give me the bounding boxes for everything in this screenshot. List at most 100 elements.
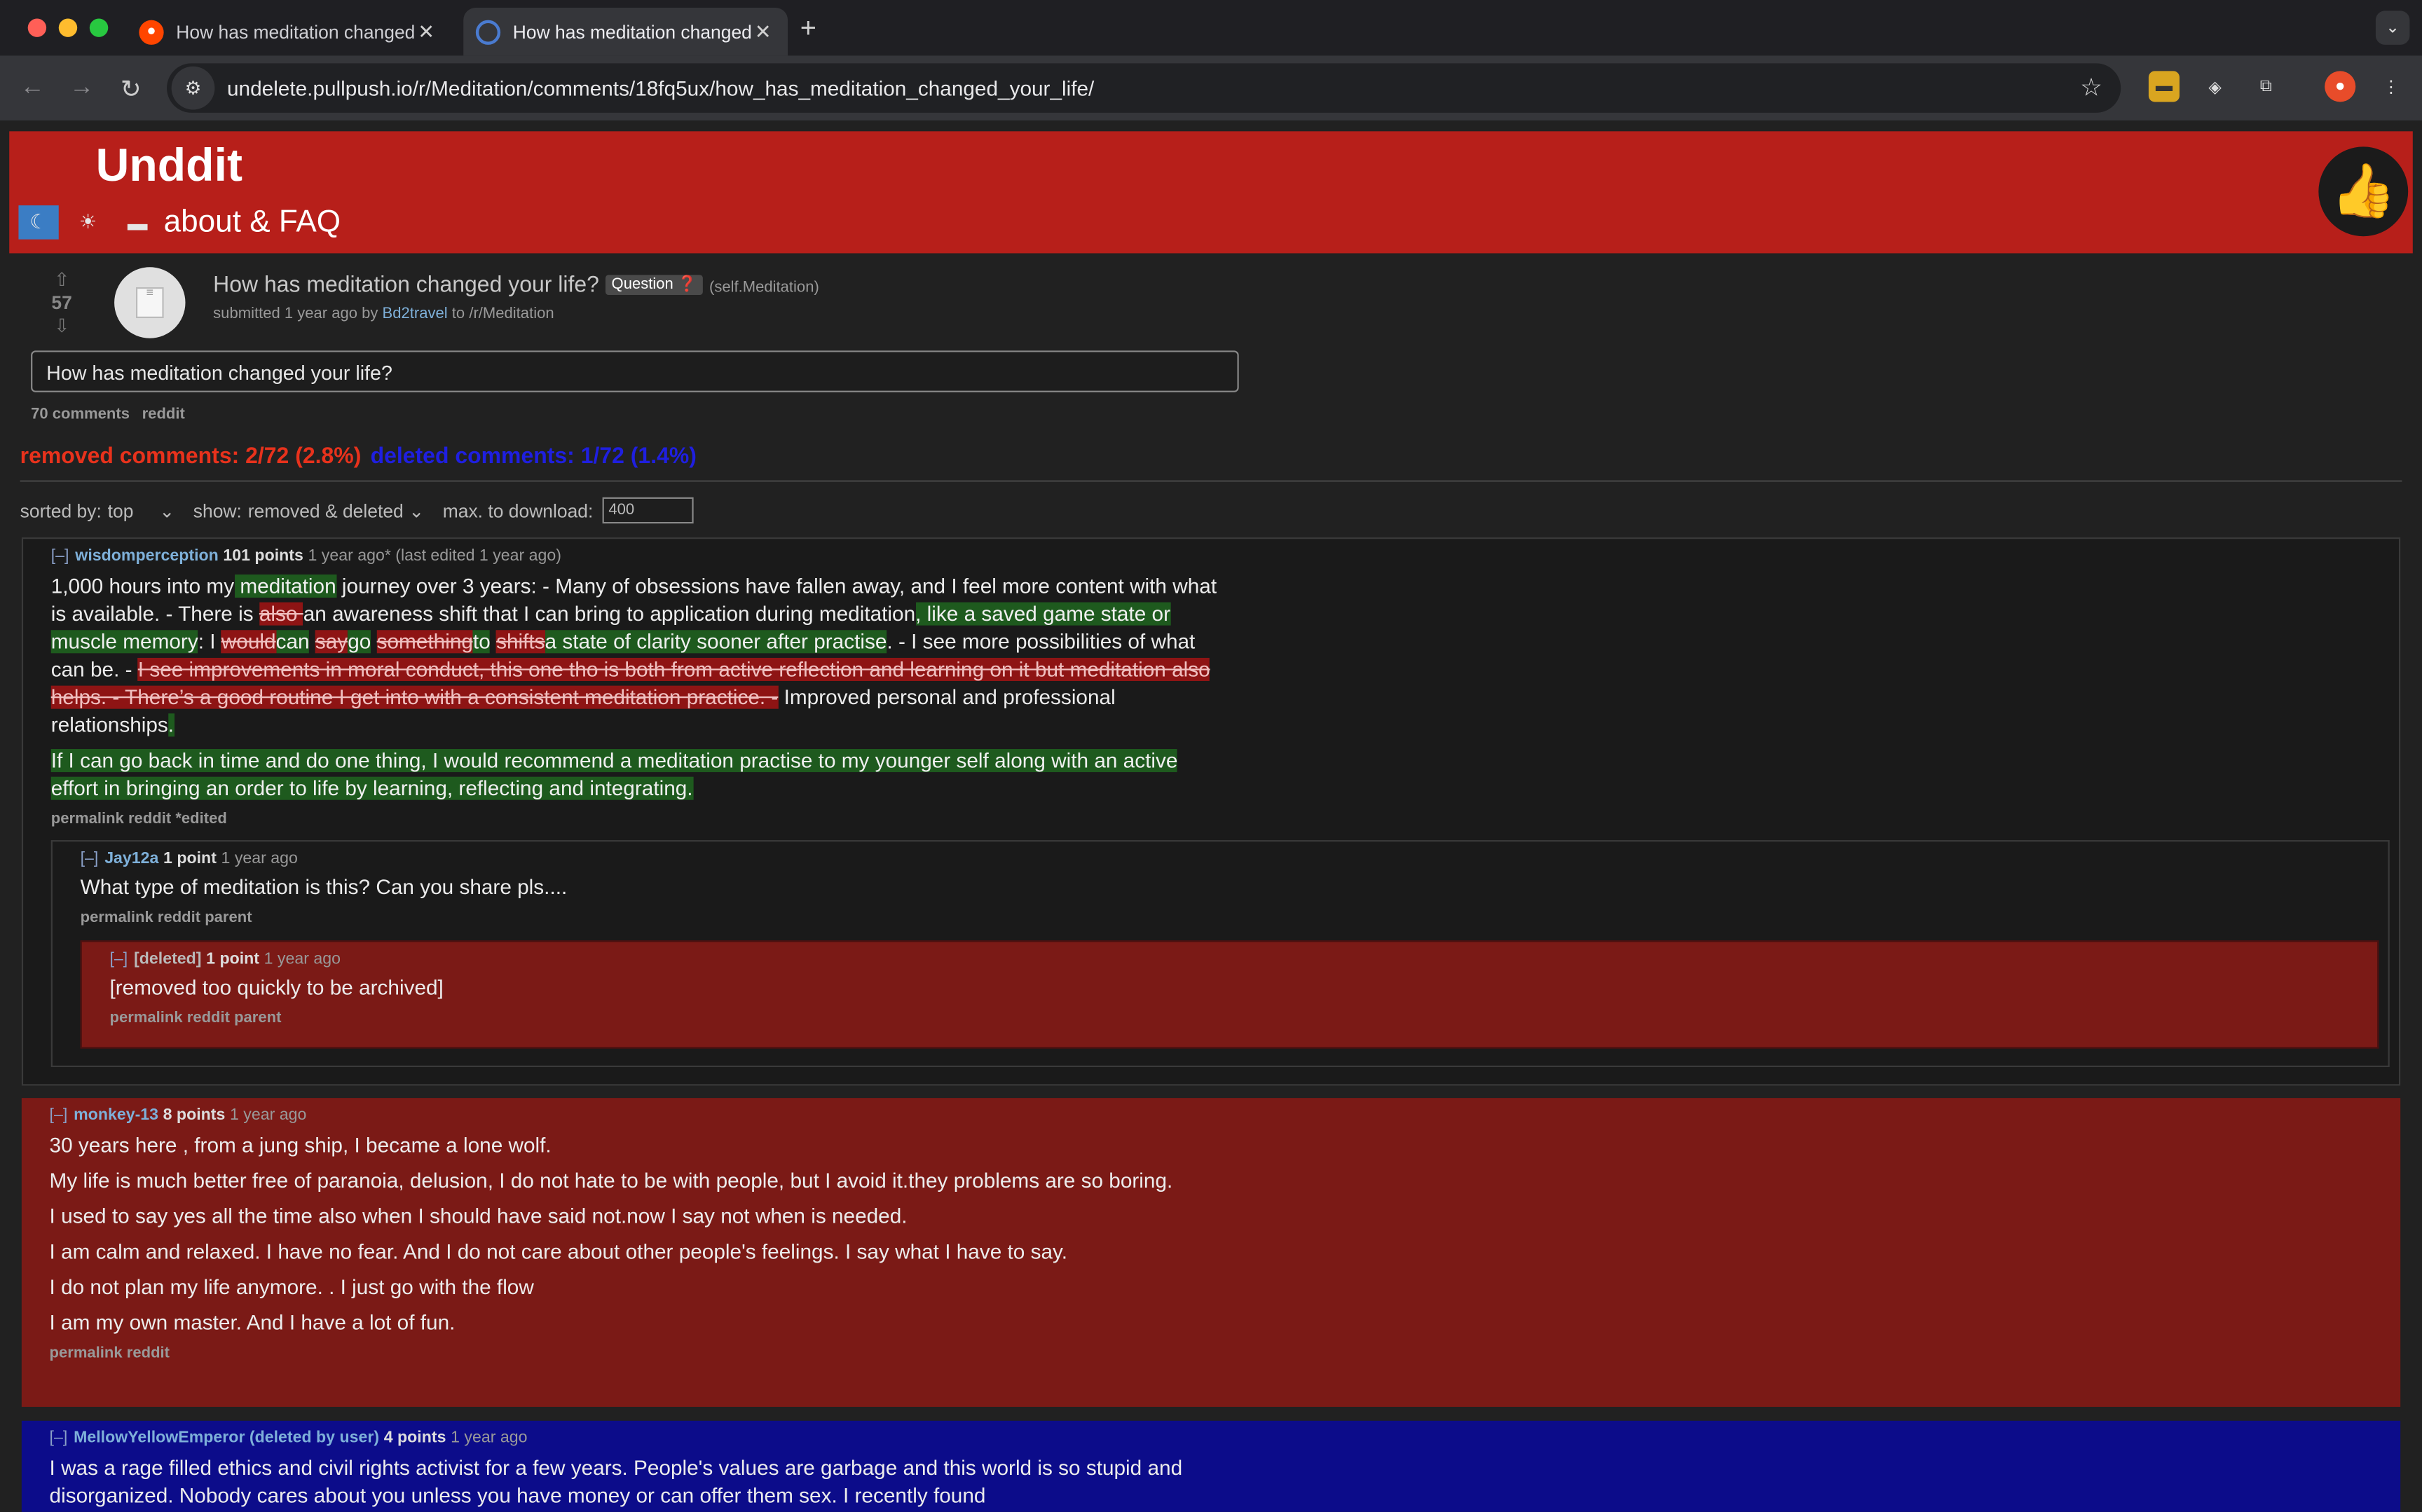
tab-2[interactable]: How has meditation changed ✕ xyxy=(463,8,788,56)
puzzle-icon[interactable]: ⧉ xyxy=(2250,71,2281,102)
comment-controls: sorted by: top ⌄ show: removed & deleted… xyxy=(20,497,694,524)
comment-meta: [–] wisdomperception 101 points 1 year ago*… xyxy=(51,547,2399,565)
thumbs-up-icon[interactable]: 👍 xyxy=(2318,146,2409,237)
comment-paragraph: I am calm and relaxed. I have no fear. A… xyxy=(49,1239,1067,1263)
comment-links[interactable]: permalink reddit *edited xyxy=(51,811,2399,827)
downvote-icon[interactable]: ⇩ xyxy=(46,315,77,337)
post-selftext: How has meditation changed your life? xyxy=(31,350,1239,392)
comment-paragraph: 30 years here , from a jung ship, I beca… xyxy=(49,1133,552,1157)
comment-body: I was a rage filled ethics and civil rig… xyxy=(49,1456,1183,1508)
avatar[interactable]: ● xyxy=(2325,71,2356,102)
divider xyxy=(20,480,2402,482)
menu-icon[interactable]: ⋮ xyxy=(2376,71,2407,102)
maximize-window-button[interactable] xyxy=(89,18,109,37)
comment-points: 101 points xyxy=(223,547,303,565)
address-bar[interactable]: ⚙ undelete.pullpush.io/r/Meditation/comm… xyxy=(167,63,2121,113)
collapse-toggle[interactable]: [–] xyxy=(109,950,128,968)
deleted-count: deleted comments: 1/72 (1.4%) xyxy=(370,444,697,470)
theme-switcher: ☾ ☀ ▬ xyxy=(18,205,158,240)
comment-author: [deleted] xyxy=(134,949,202,968)
post-title-line: How has meditation changed your life? Que… xyxy=(213,273,819,298)
comment-time: 1 year ago xyxy=(221,849,298,868)
comment-meta: [–] Jay12a 1 point 1 year ago xyxy=(81,849,2388,867)
post-title[interactable]: How has meditation changed your life? xyxy=(213,273,599,298)
post-submitted: submitted 1 year ago by Bd2travel to /r/… xyxy=(213,305,554,323)
show-label: show: xyxy=(193,500,242,521)
forward-icon[interactable]: → xyxy=(69,74,94,102)
comment-author[interactable]: wisdomperception xyxy=(75,547,218,565)
site-logo[interactable]: Unddit xyxy=(96,141,242,193)
removal-stats: removed comments: 2/72 (2.8%) deleted com… xyxy=(20,445,697,469)
post-score: 57 xyxy=(51,291,72,314)
about-faq-link[interactable]: about & FAQ xyxy=(164,205,341,241)
sun-icon[interactable]: ☀ xyxy=(68,205,108,239)
max-download-input[interactable]: 400 xyxy=(602,497,694,524)
self-post-thumbnail[interactable]: ≡ xyxy=(114,267,186,338)
removed-comment: [–] [deleted] 1 point 1 year ago [removed t… xyxy=(80,940,2379,1049)
reddit-link[interactable]: reddit xyxy=(142,406,185,423)
collapse-toggle[interactable]: [–] xyxy=(50,1106,68,1124)
comment: [–] wisdomperception 101 points 1 year ago*… xyxy=(21,537,2401,1086)
bookmark-star-icon[interactable]: ☆ xyxy=(2080,73,2102,104)
site-info-icon[interactable]: ⚙ xyxy=(171,66,215,110)
comment-meta: [–] monkey-13 8 points 1 year ago xyxy=(50,1106,2401,1124)
tab-title: How has meditation changed xyxy=(512,20,751,43)
comment-time: 1 year ago xyxy=(229,1106,307,1125)
comment-links[interactable]: permalink reddit parent xyxy=(81,909,2388,926)
comment-points: 8 points xyxy=(163,1106,226,1125)
comment-links[interactable]: permalink reddit xyxy=(50,1345,2401,1362)
close-window-button[interactable] xyxy=(27,18,47,37)
comment-paragraph: I do not plan my life anymore. . I just … xyxy=(49,1275,534,1299)
comment-time: 1 year ago* (last edited 1 year ago) xyxy=(308,547,562,565)
comments-link[interactable]: 70 comments xyxy=(31,406,130,423)
comment-points: 4 points xyxy=(383,1428,446,1448)
comment-points: 1 point xyxy=(163,849,217,868)
post-flair: Question ❓ xyxy=(605,275,704,295)
comment-author[interactable]: monkey-13 xyxy=(74,1106,158,1124)
comment-author[interactable]: Jay12a xyxy=(104,849,158,867)
comment-meta: [–] MellowYellowEmperor (deleted by user)… xyxy=(50,1429,2401,1447)
document-icon: ≡ xyxy=(135,287,164,319)
collapse-toggle[interactable]: [–] xyxy=(81,849,99,867)
extension-icon[interactable]: ▬ xyxy=(2148,71,2180,102)
url-text: undelete.pullpush.io/r/Meditation/commen… xyxy=(227,76,1095,100)
comment-paragraph: My life is much better free of paranoia,… xyxy=(49,1169,1173,1193)
reddit-icon: ● xyxy=(139,19,164,44)
post-author[interactable]: Bd2travel xyxy=(383,305,448,322)
loading-icon xyxy=(475,19,501,44)
comment-time: 1 year ago xyxy=(451,1428,528,1448)
new-tab-button[interactable]: + xyxy=(800,13,816,45)
comment-meta: [–] [deleted] 1 point 1 year ago xyxy=(109,950,2377,968)
window-controls xyxy=(27,18,109,37)
minimize-window-button[interactable] xyxy=(58,18,78,37)
site-header: Unddit ☾ ☀ ▬ about & FAQ 👍 xyxy=(9,131,2413,254)
comment-body: [removed too quickly to be archived] xyxy=(109,975,444,1000)
shield-icon[interactable]: ◈ xyxy=(2200,71,2231,102)
monitor-icon[interactable]: ▬ xyxy=(118,205,158,239)
max-download-label: max. to download: xyxy=(442,500,594,521)
sort-label: sorted by: xyxy=(20,500,102,521)
comment-body: 1,000 hours into my meditation journey o… xyxy=(50,574,1217,800)
collapse-toggle[interactable]: [–] xyxy=(50,1429,68,1447)
comment-points: 1 point xyxy=(206,949,260,968)
back-icon[interactable]: ← xyxy=(20,74,45,102)
deleted-comment: [–] MellowYellowEmperor (deleted by user)… xyxy=(21,1420,2401,1512)
toolbar: ← → ↻ ⚙ undelete.pullpush.io/r/Meditatio… xyxy=(0,55,2422,121)
reload-icon[interactable]: ↻ xyxy=(121,74,142,105)
close-tab-icon[interactable]: ✕ xyxy=(751,20,775,44)
collapse-toggle[interactable]: [–] xyxy=(51,547,69,565)
moon-icon[interactable]: ☾ xyxy=(18,205,59,240)
comment-author[interactable]: MellowYellowEmperor (deleted by user) xyxy=(74,1429,379,1447)
close-tab-icon[interactable]: ✕ xyxy=(414,20,439,44)
tab-1[interactable]: ● How has meditation changed ✕ xyxy=(127,8,451,55)
subreddit-link[interactable]: /r/Meditation xyxy=(469,305,554,322)
upvote-icon[interactable]: ⇧ xyxy=(46,269,77,291)
tab-title: How has meditation changed xyxy=(176,20,414,43)
sort-select[interactable]: top ⌄ xyxy=(108,500,175,521)
comment-links[interactable]: permalink reddit parent xyxy=(109,1010,2377,1026)
tab-bar: ● How has meditation changed ✕ How has m… xyxy=(0,0,2422,56)
post-domain[interactable]: (self.Meditation) xyxy=(709,280,819,296)
show-select[interactable]: removed & deleted ⌄ xyxy=(248,500,425,521)
post-links: 70 comments reddit xyxy=(31,406,197,423)
tab-search-icon[interactable]: ⌄ xyxy=(2375,11,2410,45)
